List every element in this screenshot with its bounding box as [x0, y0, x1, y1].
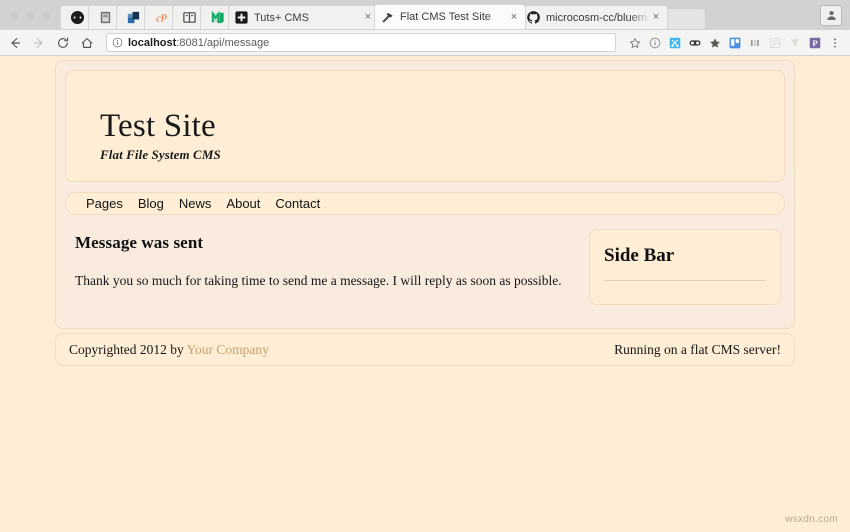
page-info-icon[interactable]: [112, 37, 123, 48]
goggles-icon: [689, 39, 700, 46]
page-viewport: Test Site Flat File System CMS Pages Blo…: [0, 56, 850, 532]
back-arrow-icon: [10, 37, 20, 48]
browser-window: cP Tuts+ CMS × Flat CMS Test Site × micr…: [0, 0, 850, 532]
footer-copyright-text: Copyrighted 2012 by: [69, 341, 187, 357]
extension-list-disabled[interactable]: [768, 36, 781, 49]
sidebar-divider: [604, 280, 766, 281]
article-heading: Message was sent: [75, 233, 204, 252]
extension-filter-disabled[interactable]: [788, 36, 801, 49]
blue-block-icon: [127, 11, 139, 24]
cp-orange-icon: cP: [156, 13, 168, 24]
article-body: Thank you so much for taking time to sen…: [75, 273, 562, 288]
content-row: Message was sent Thank you so much for t…: [65, 229, 785, 319]
tab-flat-cms-test-site[interactable]: Flat CMS Test Site ×: [374, 4, 526, 30]
toolbar-extensions: P: [628, 36, 843, 49]
window-close-button[interactable]: [10, 10, 19, 20]
star-outline-icon: [629, 37, 640, 48]
extension-scissors[interactable]: [668, 36, 681, 49]
list-faded-icon: [769, 37, 780, 48]
nav-item-blog[interactable]: Blog: [138, 196, 164, 211]
profile-button[interactable]: [820, 5, 842, 26]
extension-pocket[interactable]: P: [808, 36, 821, 49]
site-container: Test Site Flat File System CMS Pages Blo…: [55, 56, 795, 366]
nav-item-contact[interactable]: Contact: [275, 196, 320, 211]
new-tab-button[interactable]: [666, 8, 706, 30]
scissors-blue-icon: [669, 37, 680, 48]
book-grey-icon: [100, 11, 110, 24]
site-tagline: Flat File System CMS: [100, 146, 221, 162]
filter-faded-icon: [790, 38, 799, 47]
sidebar-panel: Side Bar: [589, 229, 781, 305]
home-button[interactable]: [79, 35, 94, 50]
circle-dark-icon: [70, 10, 84, 25]
footer-copyright: Copyrighted 2012 by Your Company: [69, 342, 269, 358]
bars-icon: [750, 39, 759, 46]
tab-title: microcosm-cc/bluemonday: b: [546, 11, 650, 24]
sidebar-heading: Side Bar: [604, 245, 675, 266]
tab-tuts-cms[interactable]: Tuts+ CMS ×: [228, 5, 380, 30]
tab-close-button[interactable]: ×: [650, 12, 662, 23]
extension-info[interactable]: [648, 36, 661, 49]
star-icon: [709, 37, 720, 48]
address-path: :8081/api/message: [176, 36, 270, 49]
svg-text:P: P: [812, 38, 818, 48]
tab-title: Tuts+ CMS: [254, 11, 309, 24]
person-icon: [826, 10, 836, 21]
address-bar[interactable]: localhost:8081/api/message: [106, 33, 616, 52]
hammer-icon: [382, 12, 393, 23]
tab-strip: cP Tuts+ CMS × Flat CMS Test Site × micr…: [0, 0, 850, 30]
extension-trello[interactable]: [728, 36, 741, 49]
kebab-menu-icon: [833, 38, 836, 47]
tab-close-button[interactable]: ×: [362, 12, 374, 23]
extension-bars[interactable]: [748, 36, 761, 49]
reload-icon: [57, 36, 68, 48]
site-footer: Copyrighted 2012 by Your Company Running…: [55, 333, 795, 366]
site-title: Test Site: [100, 108, 216, 144]
extension-goggles[interactable]: [688, 36, 701, 49]
extension-star[interactable]: [708, 36, 721, 49]
browser-menu-button[interactable]: [828, 36, 841, 49]
tab-bluemonday[interactable]: microcosm-cc/bluemonday: b ×: [520, 5, 668, 30]
plus-square-icon: [235, 11, 248, 24]
footer-company-link[interactable]: Your Company: [187, 342, 269, 357]
svg-text:cP: cP: [156, 13, 168, 24]
site-masthead: Test Site Flat File System CMS: [65, 70, 785, 182]
window-minimize-button[interactable]: [26, 10, 35, 20]
back-button[interactable]: [7, 35, 22, 50]
forward-button[interactable]: [31, 35, 46, 50]
info-circle-icon: [649, 37, 660, 48]
nav-item-pages[interactable]: Pages: [86, 196, 123, 211]
window-controls[interactable]: [6, 0, 60, 30]
pocket-icon: P: [809, 37, 820, 48]
site-shell: Test Site Flat File System CMS Pages Blo…: [55, 60, 795, 329]
trello-icon: [729, 37, 740, 48]
watermark: wsxdn.com: [785, 514, 838, 525]
open-book-icon: [182, 12, 196, 23]
address-host: localhost: [128, 36, 177, 49]
forward-arrow-icon: [33, 37, 43, 48]
tab-close-button[interactable]: ×: [508, 11, 520, 23]
home-icon: [81, 37, 92, 48]
address-bar-url: localhost:8081/api/message: [128, 37, 269, 49]
footer-server-note: Running on a flat CMS server!: [614, 341, 781, 357]
bookmark-star-button[interactable]: [628, 36, 641, 49]
main-article: Message was sent Thank you so much for t…: [69, 231, 577, 290]
nav-item-news[interactable]: News: [179, 196, 212, 211]
green-m-icon: [211, 10, 224, 24]
github-icon: [527, 11, 540, 24]
window-zoom-button[interactable]: [42, 10, 51, 20]
browser-toolbar: localhost:8081/api/message P: [0, 30, 850, 56]
nav-item-about[interactable]: About: [226, 196, 260, 211]
reload-button[interactable]: [55, 35, 70, 50]
tab-title: Flat CMS Test Site: [400, 11, 491, 23]
main-navigation: Pages Blog News About Contact: [65, 192, 785, 215]
